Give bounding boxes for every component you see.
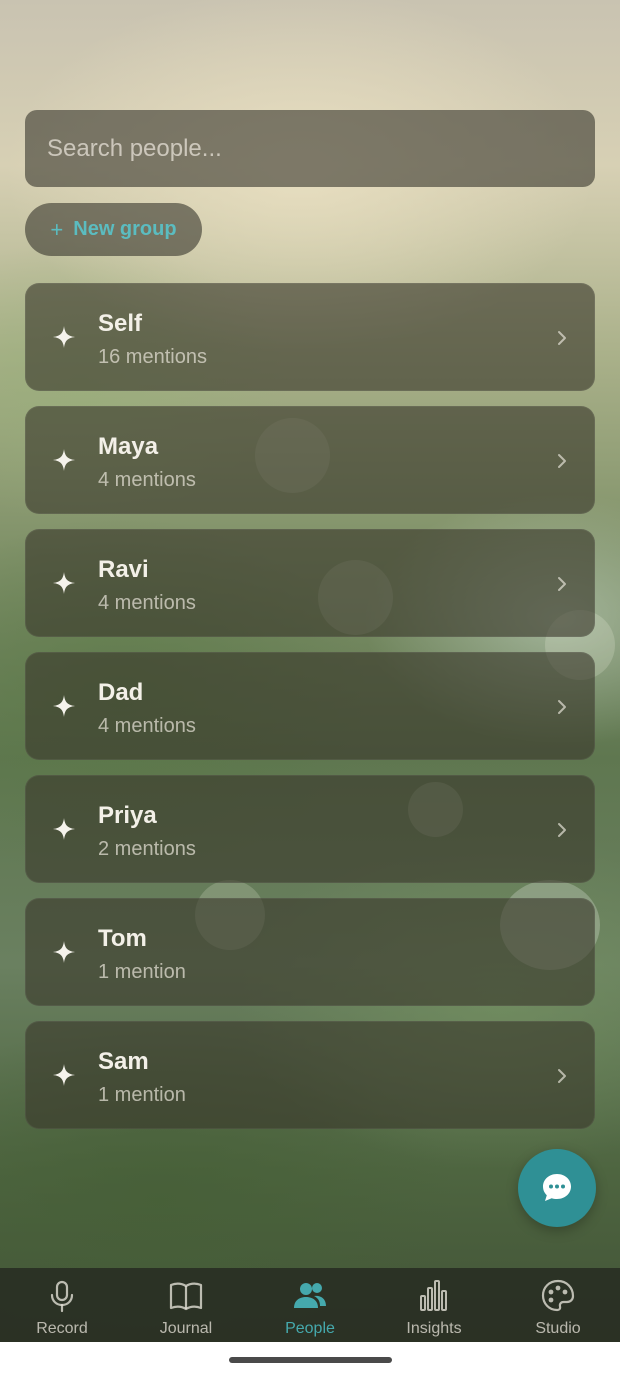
person-mentions: 4 mentions [98, 715, 196, 737]
person-mentions: 1 mention [98, 961, 186, 983]
person-card-priya[interactable]: Priya 2 mentions [25, 775, 595, 883]
person-card-sam[interactable]: Sam 1 mention [25, 1021, 595, 1129]
chevron-right-icon [558, 1069, 566, 1083]
person-mentions: 2 mentions [98, 838, 196, 860]
person-card-self[interactable]: Self 16 mentions [25, 283, 595, 391]
tab-insights[interactable]: Insights [372, 1268, 496, 1342]
sparkle-icon [53, 818, 75, 840]
person-mentions: 4 mentions [98, 592, 196, 614]
tab-journal[interactable]: Journal [124, 1268, 248, 1342]
chat-bubble-icon [543, 1174, 571, 1201]
chevron-right-icon [558, 454, 566, 468]
person-card-maya[interactable]: Maya 4 mentions [25, 406, 595, 514]
bar-chart-icon [420, 1280, 447, 1311]
search-input[interactable]: Search people... [25, 110, 595, 187]
new-group-button[interactable]: + New group [25, 203, 202, 256]
book-icon [169, 1282, 203, 1311]
palette-icon [541, 1279, 575, 1312]
chevron-right-icon [558, 331, 566, 345]
new-group-label: New group [73, 218, 177, 240]
person-name: Maya [98, 433, 159, 460]
tab-people[interactable]: People [248, 1268, 372, 1342]
sparkle-icon [53, 941, 75, 963]
tab-label: Insights [406, 1320, 462, 1337]
home-indicator[interactable] [229, 1357, 392, 1363]
chevron-right-icon [558, 700, 566, 714]
tab-label: Record [36, 1320, 88, 1337]
sparkle-icon [53, 1064, 75, 1086]
sparkle-icon [53, 449, 75, 471]
people-icon [294, 1283, 326, 1308]
tab-record[interactable]: Record [0, 1268, 124, 1342]
bottom-tab-bar: Record Journal People Insights Studio [0, 1268, 620, 1342]
sparkle-icon [53, 572, 75, 594]
person-name: Self [98, 310, 143, 337]
person-mentions: 16 mentions [98, 346, 207, 368]
person-card-ravi[interactable]: Ravi 4 mentions [25, 529, 595, 637]
sparkle-icon [53, 695, 75, 717]
tab-label: Journal [159, 1320, 213, 1337]
person-mentions: 4 mentions [98, 469, 196, 491]
person-name: Tom [98, 925, 147, 952]
tab-label: Studio [535, 1320, 581, 1337]
chat-fab-button[interactable] [518, 1149, 596, 1227]
plus-icon: + [50, 216, 64, 242]
microphone-icon [50, 1280, 74, 1313]
tab-studio[interactable]: Studio [496, 1268, 620, 1342]
person-card-dad[interactable]: Dad 4 mentions [25, 652, 595, 760]
tab-label: People [285, 1320, 335, 1337]
person-name: Ravi [98, 556, 149, 583]
person-name: Sam [98, 1048, 149, 1075]
person-mentions: 1 mention [98, 1084, 186, 1106]
search-placeholder: Search people... [47, 134, 222, 162]
person-card-tom[interactable]: Tom 1 mention [25, 898, 595, 1006]
person-name: Dad [98, 679, 144, 706]
person-name: Priya [98, 802, 157, 829]
chevron-right-icon [558, 577, 566, 591]
sparkle-icon [53, 326, 75, 348]
chevron-right-icon [558, 823, 566, 837]
